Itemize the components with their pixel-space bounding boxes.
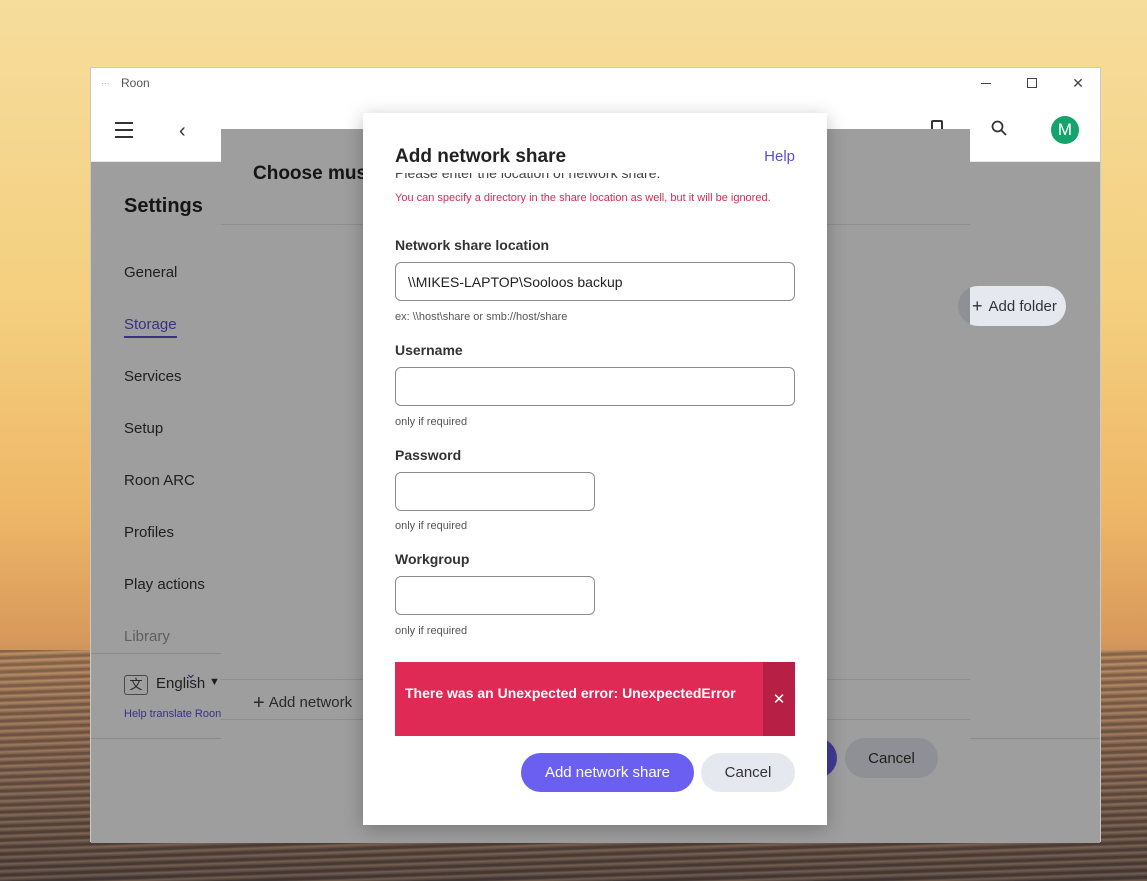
password-input[interactable]	[395, 472, 595, 511]
username-hint: only if required	[395, 416, 468, 428]
password-hint: only if required	[395, 520, 468, 532]
error-banner: There was an Unexpected error: Unexpecte…	[395, 662, 795, 736]
workgroup-hint: only if required	[395, 625, 468, 637]
add-folder-label: Add folder	[988, 297, 1057, 315]
back-chevron-icon[interactable]: ‹	[179, 120, 186, 143]
warning-text: You can specify a directory in the share…	[395, 192, 771, 204]
window-title: Roon	[121, 76, 150, 90]
add-network-share-dialog: Add network share Help Please enter the …	[363, 113, 827, 825]
password-label: Password	[395, 447, 462, 463]
close-icon: ✕	[1072, 74, 1084, 91]
dialog-title: Add network share	[395, 146, 567, 167]
location-hint: ex: \\host\share or smb://host/share	[395, 311, 568, 323]
user-avatar[interactable]: M	[1051, 116, 1079, 144]
cancel-button[interactable]: Cancel	[701, 753, 795, 792]
minimize-icon	[981, 82, 991, 84]
minimize-button[interactable]	[963, 68, 1009, 98]
location-input[interactable]	[395, 262, 795, 301]
maximize-button[interactable]	[1009, 68, 1055, 98]
search-icon[interactable]	[991, 120, 1007, 136]
add-folder-button[interactable]: + Add folder	[958, 286, 1066, 326]
close-window-button[interactable]: ✕	[1055, 68, 1101, 98]
maximize-icon	[1027, 78, 1037, 88]
plus-icon: +	[972, 295, 983, 316]
intro-text: Please enter the location of network sha…	[395, 173, 795, 187]
roon-app-icon: · · ·	[101, 78, 109, 88]
workgroup-input[interactable]	[395, 576, 595, 615]
help-link[interactable]: Help	[764, 148, 795, 165]
dismiss-error-button[interactable]: ✕	[763, 662, 795, 736]
workgroup-label: Workgroup	[395, 551, 470, 567]
location-label: Network share location	[395, 237, 550, 253]
close-icon: ✕	[772, 691, 786, 708]
username-input[interactable]	[395, 367, 795, 406]
intro-label: Please enter the location of network sha…	[395, 173, 661, 181]
username-label: Username	[395, 342, 463, 358]
title-bar[interactable]: · · · Roon ✕	[91, 68, 1100, 98]
hamburger-menu-icon[interactable]	[115, 122, 133, 138]
add-network-share-button[interactable]: Add network share	[521, 753, 694, 792]
error-message: There was an Unexpected error: Unexpecte…	[405, 685, 736, 701]
